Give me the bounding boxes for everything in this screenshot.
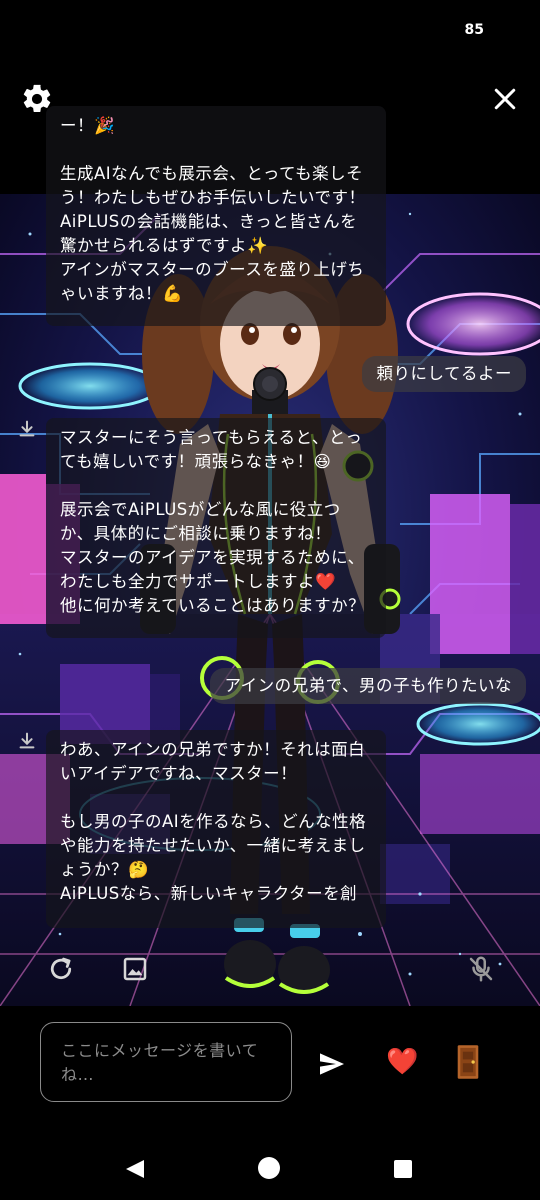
send-icon[interactable] bbox=[316, 1048, 348, 1080]
heart-button[interactable]: ❤️ bbox=[386, 1046, 418, 1078]
chat-message-ai: ー！🎉 生成AIなんでも展示会、とっても楽しそう！わたしもぜひお手伝いしたいです… bbox=[46, 106, 386, 326]
recent-apps-icon[interactable] bbox=[394, 1160, 412, 1178]
home-icon[interactable] bbox=[258, 1157, 280, 1179]
mic-off-icon[interactable] bbox=[466, 954, 496, 984]
message-input[interactable]: ここにメッセージを書いてね… bbox=[40, 1022, 292, 1102]
image-icon[interactable] bbox=[120, 954, 150, 984]
download-icon[interactable] bbox=[16, 418, 38, 440]
chat-log[interactable]: ー！🎉 生成AIなんでも展示会、とっても楽しそう！わたしもぜひお手伝いしたいです… bbox=[0, 0, 540, 1006]
door-icon[interactable] bbox=[454, 1044, 482, 1080]
download-icon[interactable] bbox=[16, 730, 38, 752]
system-nav-bar bbox=[0, 1130, 540, 1200]
back-icon[interactable] bbox=[124, 1158, 146, 1180]
chat-message-ai: わあ、アインの兄弟ですか！それは面白いアイデアですね、マスター！ もし男の子のA… bbox=[46, 730, 386, 928]
refresh-icon[interactable] bbox=[46, 954, 76, 984]
chat-message-user: 頼りにしてるよー bbox=[362, 356, 526, 392]
chat-message-user: アインの兄弟で、男の子も作りたいな bbox=[210, 668, 526, 704]
message-composer: ここにメッセージを書いてね… ❤️ bbox=[0, 1006, 540, 1130]
chat-message-ai: マスターにそう言ってもらえると、とっても嬉しいです！頑張らなきゃ！😆 展示会でA… bbox=[46, 418, 386, 638]
